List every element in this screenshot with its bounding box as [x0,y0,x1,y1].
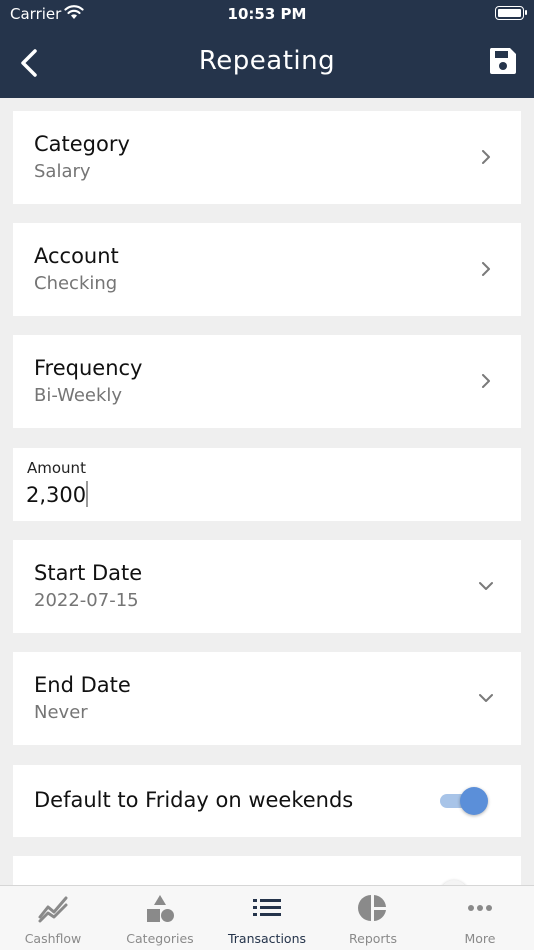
pie-chart-icon [358,895,386,921]
chevron-down-icon [479,694,493,702]
chart-line-icon [38,896,68,923]
end-date-label: End Date [34,673,131,697]
category-label: Category [34,132,130,156]
chevron-right-icon [482,150,490,164]
form-scroll-area[interactable]: Category Salary Account Checking Frequen… [0,98,534,885]
tab-categories[interactable]: Categories [107,886,213,950]
shapes-icon [147,895,174,922]
more-dots-icon [468,905,492,911]
account-row[interactable]: Account Checking [13,223,521,316]
start-date-value: 2022-07-15 [34,590,139,611]
text-cursor [86,481,88,507]
page-title: Repeating [198,46,336,76]
tab-more[interactable]: More [427,886,533,950]
amount-label: Amount [27,459,86,477]
tab-label: Transactions [227,931,307,946]
next-option-row [13,856,521,885]
default-friday-row: Default to Friday on weekends [13,765,521,837]
category-row[interactable]: Category Salary [13,111,521,204]
end-date-value: Never [34,702,88,723]
navigation-bar: Repeating [0,28,534,98]
frequency-label: Frequency [34,356,143,380]
chevron-down-icon [479,582,493,590]
end-date-row[interactable]: End Date Never [13,652,521,745]
tab-reports[interactable]: Reports [320,886,426,950]
chevron-right-icon [482,262,490,276]
chevron-right-icon [482,374,490,388]
tab-label: Reports [349,931,397,946]
frequency-row[interactable]: Frequency Bi-Weekly [13,335,521,428]
tab-transactions[interactable]: Transactions [214,886,320,950]
save-button[interactable] [488,46,518,76]
category-value: Salary [34,161,91,182]
tab-bar: Cashflow Categories Transactions Reports… [0,885,534,950]
back-button[interactable] [14,46,48,80]
account-label: Account [34,244,119,268]
amount-row: Amount [13,448,521,521]
list-icon [253,899,281,916]
default-friday-label: Default to Friday on weekends [34,788,354,812]
default-friday-toggle[interactable] [440,787,488,815]
status-bar: Carrier 10:53 PM [0,0,534,28]
account-value: Checking [34,273,118,294]
tab-label: Categories [126,931,194,946]
start-date-row[interactable]: Start Date 2022-07-15 [13,540,521,633]
battery-icon [495,6,527,20]
tab-label: More [464,931,496,946]
tab-label: Cashflow [24,931,82,946]
amount-input[interactable] [26,481,496,509]
clock: 10:53 PM [227,5,307,23]
tab-cashflow[interactable]: Cashflow [0,886,106,950]
frequency-value: Bi-Weekly [34,385,123,406]
start-date-label: Start Date [34,561,143,585]
